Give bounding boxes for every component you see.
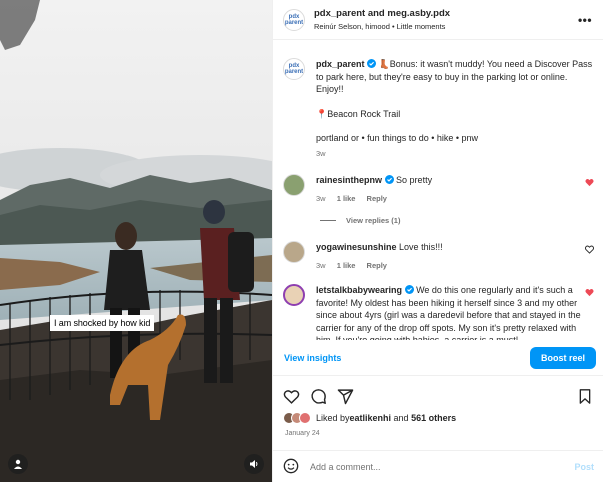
user-icon	[14, 459, 22, 469]
liker-username[interactable]: eatlikenhi	[350, 413, 392, 423]
mute-button[interactable]	[244, 454, 264, 474]
tagged-users-button[interactable]	[8, 454, 28, 474]
avatar[interactable]	[283, 174, 305, 196]
more-icon: •••	[577, 12, 593, 27]
landscape-photo	[0, 0, 272, 482]
caption-row: pdx parent pdx_parent 👢Bonus: it wasn't m…	[283, 58, 594, 160]
comment-text: Love this!!!	[399, 242, 443, 252]
comment-time: 3w	[316, 193, 326, 203]
comment-row: rainesinthepnw So pretty 3w 1 like Reply	[283, 174, 594, 205]
avatar[interactable]	[283, 241, 305, 263]
likes-summary[interactable]: Liked by eatlikenhi and 561 others	[283, 412, 456, 424]
reply-button[interactable]: Reply	[367, 261, 387, 270]
brand-logo: pdx parent	[284, 63, 304, 75]
bookmark-icon	[579, 388, 591, 404]
post-modal: I am shocked by how kid pdx parent pdx_pa…	[0, 0, 603, 482]
comment-row: yogawinesunshine Love this!!! 3w 1 like …	[283, 241, 594, 272]
view-replies-button[interactable]: View replies (1)	[320, 216, 400, 225]
comment-icon	[311, 388, 326, 404]
comment-row: letstalkbabywearing We do this one regul…	[283, 284, 594, 340]
send-icon	[337, 388, 354, 404]
caption-time: 3w	[316, 148, 326, 158]
liker-avatars	[283, 412, 311, 424]
post-header: pdx parent pdx_parent and meg.asby.pdx Re…	[273, 0, 603, 40]
comment-username[interactable]: letstalkbabywearing	[316, 285, 402, 295]
caption-tags: portland or • fun things to do • hike • …	[316, 133, 479, 143]
add-comment-bar: Add a comment... Post	[273, 450, 603, 482]
caption-location: 📍Beacon Rock Trail	[316, 108, 401, 119]
comment-button[interactable]	[310, 388, 327, 405]
heart-filled-icon[interactable]	[585, 288, 594, 297]
comments-list[interactable]: pdx parent pdx_parent 👢Bonus: it wasn't m…	[273, 40, 603, 340]
post-comment-button[interactable]: Post	[574, 462, 594, 472]
likes-prefix: Liked by	[316, 413, 350, 423]
post-audio-subtitle[interactable]: Reinúr Selson, himood • Little moments	[314, 22, 577, 31]
post-author-title[interactable]: pdx_parent and meg.asby.pdx	[314, 8, 577, 19]
boost-reel-button[interactable]: Boost reel	[529, 346, 596, 369]
comment-likes[interactable]: 1 like	[337, 194, 356, 203]
more-options-button[interactable]: •••	[577, 12, 593, 28]
reel-media[interactable]: I am shocked by how kid	[0, 0, 272, 482]
action-bar	[283, 386, 593, 406]
avatar	[299, 412, 311, 424]
comment-likes[interactable]: 1 like	[337, 261, 356, 270]
save-button[interactable]	[577, 388, 593, 405]
share-button[interactable]	[337, 388, 354, 405]
heart-outline-icon	[283, 389, 300, 404]
post-panel: pdx parent pdx_parent and meg.asby.pdx Re…	[272, 0, 603, 482]
avatar[interactable]: pdx parent	[283, 8, 305, 31]
comment-username[interactable]: yogawinesunshine	[316, 242, 397, 252]
verified-icon	[367, 59, 377, 68]
comment-time: 3w	[316, 260, 326, 270]
heart-outline-icon[interactable]	[585, 245, 594, 254]
comment-username[interactable]: rainesinthepnw	[316, 175, 382, 185]
brand-logo: pdx parent	[284, 13, 304, 26]
verified-icon	[404, 285, 414, 294]
post-date: January 24	[285, 430, 320, 437]
view-replies-label: View replies (1)	[346, 216, 401, 225]
likes-middle: and	[391, 413, 412, 423]
insights-bar: View insights Boost reel	[273, 340, 603, 376]
emoji-icon	[283, 458, 299, 473]
video-caption-overlay: I am shocked by how kid	[50, 315, 155, 331]
comment-input[interactable]: Add a comment...	[310, 462, 574, 472]
heart-filled-icon[interactable]	[585, 178, 594, 187]
view-insights-link[interactable]: View insights	[284, 353, 341, 363]
likes-others-count[interactable]: 561 others	[411, 413, 456, 423]
avatar[interactable]	[283, 284, 305, 306]
emoji-button[interactable]	[283, 458, 299, 476]
reply-button[interactable]: Reply	[367, 194, 387, 203]
comment-text: So pretty	[396, 175, 433, 185]
verified-icon	[384, 175, 394, 184]
caption-username[interactable]: pdx_parent	[316, 59, 365, 69]
like-button[interactable]	[283, 388, 300, 405]
divider	[320, 220, 336, 221]
speaker-icon	[250, 460, 258, 468]
avatar[interactable]: pdx parent	[283, 58, 305, 80]
